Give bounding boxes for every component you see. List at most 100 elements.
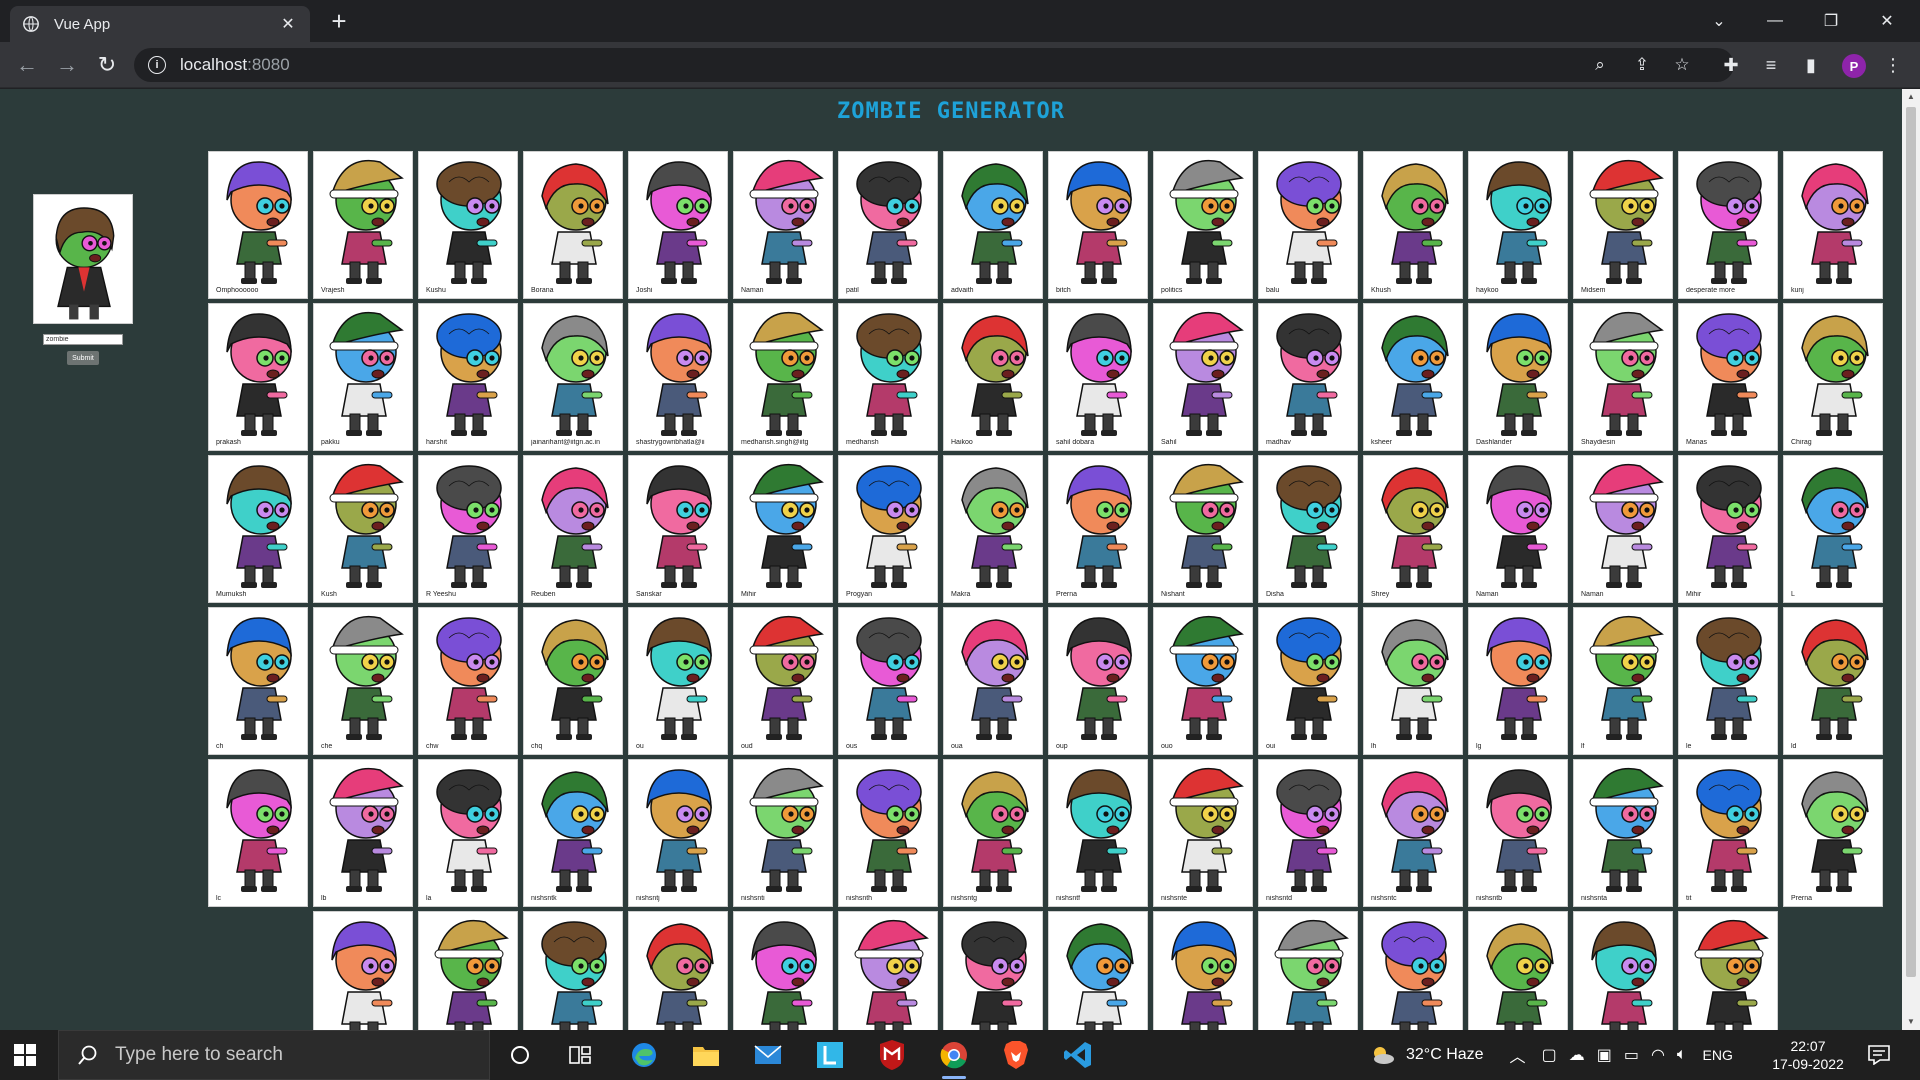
site-info-icon[interactable]: i (148, 56, 166, 74)
zombie-card[interactable]: Vrajesh (313, 151, 413, 299)
zombie-card[interactable]: harshit (418, 303, 518, 451)
new-tab-button[interactable]: + (326, 8, 352, 34)
zombie-card[interactable]: Disha (1258, 455, 1358, 603)
zombie-card[interactable]: Omphoooooo (208, 151, 308, 299)
weather-haze-icon[interactable] (1366, 1043, 1396, 1067)
brave-icon[interactable] (998, 1037, 1034, 1073)
taskbar-clock[interactable]: 22:07 17-09-2022 (1766, 1037, 1850, 1073)
zombie-card[interactable] (313, 911, 413, 1030)
zombie-card[interactable]: politics (1153, 151, 1253, 299)
zoom-icon[interactable]: ⌕ (1590, 55, 1610, 75)
chrome-icon[interactable] (936, 1037, 972, 1079)
notification-center-icon[interactable] (1868, 1045, 1890, 1065)
zombie-card[interactable] (1678, 911, 1778, 1030)
extensions-icon[interactable]: ✚ (1720, 54, 1742, 76)
lens-app-icon[interactable] (812, 1037, 848, 1073)
zombie-card[interactable]: Shrey (1363, 455, 1463, 603)
zombie-card[interactable]: Mumuksh (208, 455, 308, 603)
zombie-card[interactable]: nishsnta (1573, 759, 1673, 907)
wifi-icon[interactable]: ◠ (1651, 1045, 1665, 1065)
side-panel-icon[interactable]: ▮ (1800, 54, 1822, 76)
zombie-card[interactable] (523, 911, 623, 1030)
menu-kebab-icon[interactable]: ⋮ (1882, 54, 1904, 76)
zombie-card[interactable]: Nishant (1153, 455, 1253, 603)
submit-button[interactable]: Submit (67, 351, 99, 365)
mail-icon[interactable] (750, 1037, 786, 1073)
scrollbar-thumb[interactable] (1906, 107, 1916, 977)
zombie-name-input[interactable] (43, 334, 123, 345)
show-hidden-icons-icon[interactable]: ︿ (1510, 1043, 1526, 1067)
meet-now-icon[interactable]: ▢ (1542, 1045, 1557, 1065)
zombie-card[interactable]: nishsntd (1258, 759, 1358, 907)
zombie-card[interactable]: pakku (313, 303, 413, 451)
zombie-card[interactable]: lg (1468, 607, 1568, 755)
zombie-card[interactable]: Sanskar (628, 455, 728, 603)
zombie-card[interactable]: le (1678, 607, 1778, 755)
zombie-card[interactable]: oup (1048, 607, 1148, 755)
scroll-down-arrow-icon[interactable]: ▼ (1902, 1014, 1920, 1030)
zombie-card[interactable]: lf (1573, 607, 1673, 755)
zombie-card[interactable]: ous (838, 607, 938, 755)
zombie-card[interactable]: nishsnti (733, 759, 833, 907)
zombie-card[interactable] (1153, 911, 1253, 1030)
page-scrollbar[interactable]: ▲ ▼ (1902, 89, 1920, 1030)
address-bar[interactable]: i localhost:8080 ⌕ ⇪ ☆ (134, 48, 1734, 82)
zombie-card[interactable]: medhansh (838, 303, 938, 451)
zombie-card[interactable]: nishsntg (943, 759, 1043, 907)
zombie-card[interactable]: ouo (1153, 607, 1253, 755)
zombie-card[interactable]: chw (418, 607, 518, 755)
zombie-card[interactable]: Sahil (1153, 303, 1253, 451)
zombie-card[interactable]: desperate more (1678, 151, 1778, 299)
back-button[interactable]: ← (12, 50, 42, 80)
zombie-card[interactable]: che (313, 607, 413, 755)
weather-text[interactable]: 32°C Haze (1406, 1046, 1484, 1064)
zombie-card[interactable]: nishsntb (1468, 759, 1568, 907)
zombie-card[interactable]: lh (1363, 607, 1463, 755)
zombie-card[interactable]: nishsnte (1153, 759, 1253, 907)
zombie-card[interactable]: nishsntk (523, 759, 623, 907)
zombie-card[interactable]: nishsntf (1048, 759, 1148, 907)
task-view-icon[interactable] (562, 1037, 598, 1073)
zombie-card[interactable]: oui (1258, 607, 1358, 755)
zombie-card[interactable]: jainarihant@iitgn.ac.in (523, 303, 623, 451)
zombie-card[interactable]: nishsntc (1363, 759, 1463, 907)
zombie-card[interactable]: la (418, 759, 518, 907)
zombie-card[interactable]: ld (1783, 607, 1883, 755)
profile-avatar[interactable]: P (1842, 54, 1866, 78)
scroll-up-arrow-icon[interactable]: ▲ (1902, 89, 1920, 105)
zombie-card[interactable]: R Yeeshu (418, 455, 518, 603)
zombie-card[interactable]: nishsntj (628, 759, 728, 907)
restore-button[interactable]: ❐ (1808, 6, 1854, 36)
zombie-card[interactable]: Manas (1678, 303, 1778, 451)
zombie-card[interactable]: Progyan (838, 455, 938, 603)
zombie-card[interactable] (733, 911, 833, 1030)
zombie-card[interactable]: ksheer (1363, 303, 1463, 451)
zombie-card[interactable]: Kushu (418, 151, 518, 299)
zombie-card[interactable]: oua (943, 607, 1043, 755)
zombie-card[interactable]: oud (733, 607, 833, 755)
zombie-card[interactable]: sahil dobara (1048, 303, 1148, 451)
zombie-card[interactable]: ou (628, 607, 728, 755)
vscode-icon[interactable] (1060, 1037, 1096, 1073)
zombie-card[interactable]: balu (1258, 151, 1358, 299)
zombie-card[interactable]: tit (1678, 759, 1778, 907)
zombie-card[interactable]: Dashlander (1468, 303, 1568, 451)
zombie-card[interactable]: Prerna (1048, 455, 1148, 603)
display-icon[interactable]: ▣ (1597, 1045, 1612, 1065)
taskbar-search-box[interactable]: Type here to search (58, 1030, 490, 1080)
zombie-card[interactable] (943, 911, 1043, 1030)
close-window-button[interactable]: ✕ (1864, 6, 1910, 36)
minimize-button[interactable]: — (1752, 6, 1798, 36)
battery-icon[interactable]: ▭ (1624, 1045, 1639, 1065)
bookmark-star-icon[interactable]: ☆ (1672, 55, 1692, 75)
zombie-card[interactable]: madhav (1258, 303, 1358, 451)
onedrive-cloud-icon[interactable]: ☁ (1569, 1045, 1585, 1065)
zombie-card[interactable]: Prerna (1783, 759, 1883, 907)
zombie-card[interactable]: Borana (523, 151, 623, 299)
zombie-card[interactable] (628, 911, 728, 1030)
zombie-card[interactable]: shastrygowribhatla@ii (628, 303, 728, 451)
zombie-card[interactable]: L (1783, 455, 1883, 603)
file-explorer-icon[interactable] (688, 1037, 724, 1073)
zombie-card[interactable]: kunj (1783, 151, 1883, 299)
cortana-icon[interactable] (502, 1037, 538, 1073)
